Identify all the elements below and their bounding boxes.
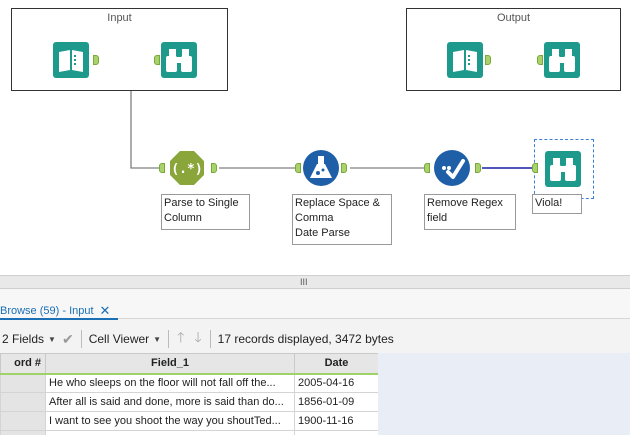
- toolbar-divider: [209, 330, 211, 348]
- flask-icon: [303, 150, 339, 186]
- data-grid[interactable]: ord # Field_1 Date He who sleeps on the …: [0, 353, 379, 435]
- select-tool[interactable]: [434, 150, 470, 186]
- date-cell[interactable]: 1900-11-16: [294, 411, 379, 431]
- checkmark-circle-icon: [434, 150, 470, 186]
- input-container-title: Input: [107, 12, 132, 24]
- record-cell: [0, 411, 46, 431]
- annotation-line: Replace Space &: [295, 197, 380, 209]
- record-cell: [0, 392, 46, 412]
- final-browse-tool[interactable]: [545, 151, 581, 187]
- fields-label: 2 Fields: [2, 332, 45, 346]
- cell-viewer-label: Cell Viewer: [88, 332, 150, 346]
- tab-browse-input[interactable]: Browse (59) - Input ✕: [0, 302, 116, 319]
- field1-cell[interactable]: He who sleeps on the floor will not fall…: [45, 373, 295, 393]
- annotation-line: Viola!: [535, 197, 563, 209]
- formula-output-anchor[interactable]: [341, 163, 347, 173]
- date-cell[interactable]: 2005-04-16: [294, 373, 379, 393]
- toolbar-divider: [168, 330, 170, 348]
- close-icon[interactable]: ✕: [100, 303, 111, 319]
- svg-text:(.*): (.*): [171, 162, 202, 177]
- cell-viewer-dropdown[interactable]: Cell Viewer ▼: [85, 327, 165, 351]
- table-row[interactable]: I want to see you shoot the way you shou…: [0, 411, 379, 431]
- column-header-field1[interactable]: Field_1: [45, 353, 295, 375]
- workflow-canvas[interactable]: Input Output (.*) Parse to Single Column…: [0, 0, 630, 275]
- browse-tool[interactable]: [161, 42, 197, 78]
- input-output-anchor[interactable]: [93, 55, 99, 65]
- annotation-line: Comma: [295, 212, 334, 224]
- annotation-line: Date Parse: [295, 227, 351, 239]
- output-container[interactable]: Output: [406, 8, 621, 91]
- regex-octagon-icon: (.*): [170, 151, 204, 185]
- record-cell: [0, 430, 46, 435]
- formula-tool[interactable]: [303, 150, 339, 186]
- final-browse-input-anchor[interactable]: [532, 163, 538, 173]
- chevron-down-icon: ▼: [153, 334, 162, 344]
- annotation-line: field: [427, 212, 448, 224]
- formula-annotation[interactable]: Replace Space & Comma Date Parse: [292, 194, 392, 245]
- record-cell: [0, 373, 46, 393]
- toolbar-divider: [80, 330, 82, 348]
- annotation-line: Remove Regex: [427, 197, 503, 209]
- regex-annotation[interactable]: Parse to Single Column: [161, 194, 250, 230]
- table-row[interactable]: After all is said and done, more is said…: [0, 392, 379, 412]
- checkmark-icon[interactable]: ✔: [62, 331, 74, 348]
- book-input-icon: [447, 42, 483, 78]
- results-tab-bar: Browse (59) - Input ✕: [0, 289, 630, 320]
- results-panel: Browse (59) - Input ✕ 2 Fields ▼ ✔ Cell …: [0, 289, 630, 435]
- regex-tool[interactable]: (.*): [169, 150, 205, 186]
- annotation-line: Column: [164, 212, 202, 224]
- field1-cell[interactable]: ...: [45, 430, 295, 435]
- table-header-row: ord # Field_1 Date: [0, 353, 379, 375]
- chevron-down-icon: ▼: [48, 334, 56, 344]
- browse-input-anchor[interactable]: [154, 55, 160, 65]
- panel-splitter[interactable]: III: [0, 275, 630, 289]
- date-cell[interactable]: ...: [294, 430, 379, 435]
- column-header-record[interactable]: ord #: [0, 353, 46, 375]
- results-toolbar: 2 Fields ▼ ✔ Cell Viewer ▼ 🡑 🡓 17 record…: [0, 327, 630, 351]
- table-row[interactable]: He who sleeps on the floor will not fall…: [0, 373, 379, 393]
- output-input-data-tool[interactable]: [447, 42, 483, 78]
- fields-dropdown[interactable]: 2 Fields ▼ ✔: [0, 327, 78, 351]
- select-output-anchor[interactable]: [475, 163, 481, 173]
- binoculars-icon: [545, 151, 581, 187]
- regex-output-anchor[interactable]: [211, 163, 217, 173]
- tab-underline: [0, 318, 118, 320]
- select-annotation[interactable]: Remove Regex field: [424, 194, 516, 230]
- table-row[interactable]: ... ...: [0, 430, 379, 435]
- book-input-icon: [53, 42, 89, 78]
- grid-empty-area: [378, 353, 630, 435]
- formula-input-anchor[interactable]: [295, 163, 301, 173]
- field1-cell[interactable]: After all is said and done, more is said…: [45, 392, 295, 412]
- binoculars-icon: [161, 42, 197, 78]
- browse-annotation[interactable]: Viola!: [532, 194, 582, 214]
- annotation-line: Parse to Single: [164, 197, 239, 209]
- arrow-up-icon[interactable]: 🡑: [172, 327, 189, 351]
- output-input-anchor[interactable]: [485, 55, 491, 65]
- field1-cell[interactable]: I want to see you shoot the way you shou…: [45, 411, 295, 431]
- output-container-title: Output: [496, 12, 531, 24]
- date-cell[interactable]: 1856-01-09: [294, 392, 379, 412]
- input-data-tool[interactable]: [53, 42, 89, 78]
- select-input-anchor[interactable]: [424, 163, 430, 173]
- output-browse-anchor[interactable]: [537, 55, 543, 65]
- arrow-down-icon[interactable]: 🡓: [189, 327, 206, 351]
- column-header-date[interactable]: Date: [294, 353, 379, 375]
- output-browse-tool[interactable]: [544, 42, 580, 78]
- splitter-grip[interactable]: III: [300, 277, 308, 287]
- regex-input-anchor[interactable]: [159, 163, 165, 173]
- tab-label: Browse (59) - Input: [0, 304, 94, 317]
- records-status: 17 records displayed, 3472 bytes: [217, 332, 394, 346]
- binoculars-icon: [544, 42, 580, 78]
